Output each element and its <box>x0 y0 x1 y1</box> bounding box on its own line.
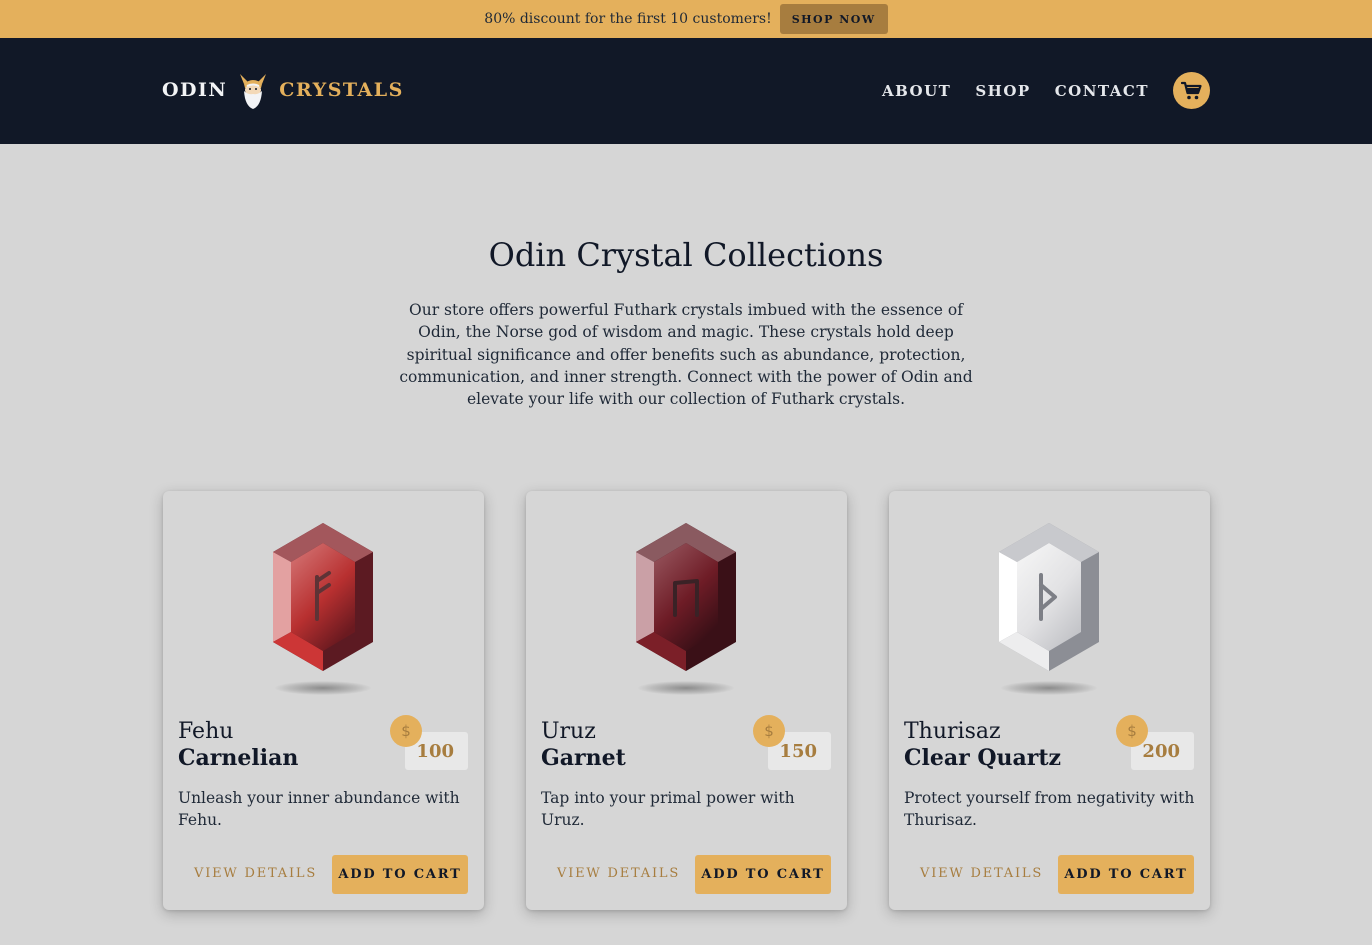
page-description: Our store offers powerful Futhark crysta… <box>399 301 973 409</box>
carnelian-crystal-icon <box>273 523 373 671</box>
product-rune-name: Uruz <box>541 719 596 744</box>
view-details-button[interactable]: VIEW DETAILS <box>920 866 1043 881</box>
crystal-shadow <box>1001 681 1097 695</box>
add-to-cart-button[interactable]: ADD TO CART <box>1058 855 1194 894</box>
product-description: Tap into your primal power with Uruz. <box>541 789 795 829</box>
nav-shop[interactable]: SHOP <box>975 82 1030 100</box>
product-description: Protect yourself from negativity with Th… <box>904 789 1195 829</box>
announcement-bar: 80% discount for the first 10 customers!… <box>0 0 1372 38</box>
cart-icon <box>1180 81 1202 99</box>
coin-icon: $ <box>1116 715 1148 747</box>
product-crystal-name: Garnet <box>541 745 626 771</box>
view-details-button[interactable]: VIEW DETAILS <box>194 866 317 881</box>
crystal-shadow <box>275 681 371 695</box>
coin-icon: $ <box>390 715 422 747</box>
brand-logo[interactable]: ODIN CRYSTALS <box>162 70 404 110</box>
cart-button[interactable] <box>1173 72 1210 109</box>
page-title: Odin Crystal Collections <box>488 236 884 274</box>
crystal-shadow <box>638 681 734 695</box>
add-to-cart-button[interactable]: ADD TO CART <box>695 855 831 894</box>
product-card-thurisaz: Thurisaz Clear Quartz 200 $ Protect your… <box>889 491 1210 910</box>
nav-contact[interactable]: CONTACT <box>1055 82 1149 100</box>
product-crystal-name: Clear Quartz <box>904 745 1062 771</box>
garnet-crystal-icon <box>636 523 736 671</box>
product-card-uruz: Uruz Garnet 150 $ Tap into your primal p… <box>526 491 847 910</box>
coin-icon: $ <box>753 715 785 747</box>
product-rune-name: Thurisaz <box>904 719 1001 744</box>
product-rune-name: Fehu <box>178 719 234 744</box>
clear-quartz-crystal-icon <box>999 523 1099 671</box>
shop-now-button[interactable]: SHOP NOW <box>779 4 888 34</box>
product-description: Unleash your inner abundance with Fehu. <box>178 789 460 829</box>
viking-head-icon <box>240 74 267 109</box>
product-card-fehu: Fehu Carnelian 100 $ Unleash your inner … <box>163 491 484 910</box>
view-details-button[interactable]: VIEW DETAILS <box>557 866 680 881</box>
add-to-cart-button[interactable]: ADD TO CART <box>332 855 468 894</box>
brand-name-right: CRYSTALS <box>279 79 404 101</box>
header-nav: ODIN CRYSTALS ABOUT SHOP CONTACT <box>0 38 1372 144</box>
brand-name-left: ODIN <box>162 79 228 101</box>
nav-about[interactable]: ABOUT <box>882 82 951 100</box>
announcement-text: 80% discount for the first 10 customers! <box>484 11 772 27</box>
nav-links: ABOUT SHOP CONTACT <box>858 72 1210 109</box>
product-crystal-name: Carnelian <box>178 745 299 771</box>
